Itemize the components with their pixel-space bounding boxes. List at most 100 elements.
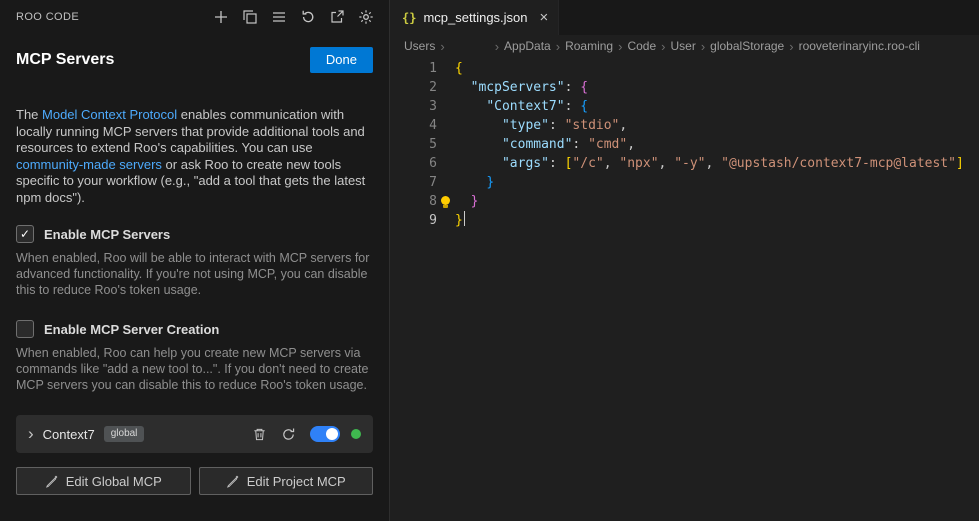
breadcrumb-segment[interactable]: Roaming [565, 39, 613, 53]
line-content[interactable]: "command": "cmd", [455, 135, 635, 154]
toggle-knob [326, 428, 338, 440]
edit-global-mcp-label: Edit Global MCP [66, 474, 162, 489]
line-content[interactable]: "Context7": { [455, 97, 588, 116]
vscode-window: ROO CODE [0, 0, 979, 521]
breadcrumb-segment[interactable]: Users [404, 39, 435, 53]
line-number: 8 [390, 192, 437, 211]
bulb-slot [437, 59, 455, 78]
server-row-context7[interactable]: › Context7 global [16, 415, 373, 453]
trash-icon[interactable] [249, 424, 269, 444]
line-number: 1 [390, 59, 437, 78]
gear-icon[interactable] [355, 6, 377, 28]
bulb-slot [437, 78, 455, 97]
mcp-edit-buttons: Edit Global MCP Edit Project MCP [16, 467, 373, 495]
server-status-dot [351, 429, 361, 439]
code-line[interactable]: 6 "args": ["/c", "npx", "-y", "@upstash/… [390, 154, 979, 173]
lightbulb-icon[interactable] [437, 192, 455, 211]
desc-text-1: The [16, 107, 42, 122]
tab-title: mcp_settings.json [423, 10, 527, 25]
history-icon[interactable] [297, 6, 319, 28]
code-line[interactable]: 1{ [390, 59, 979, 78]
done-button[interactable]: Done [310, 47, 373, 73]
plus-icon[interactable] [210, 6, 232, 28]
enable-mcp-creation-checkbox[interactable]: ✓ [16, 320, 34, 338]
page-header: MCP Servers Done [0, 34, 389, 73]
code-line[interactable]: 2 "mcpServers": { [390, 78, 979, 97]
pencil-icon [45, 475, 58, 488]
code-line[interactable]: 4 "type": "stdio", [390, 116, 979, 135]
line-number: 4 [390, 116, 437, 135]
server-list-icon[interactable] [268, 6, 290, 28]
breadcrumb-separator-icon: › [556, 39, 560, 54]
bulb-slot [437, 154, 455, 173]
line-content[interactable]: } [455, 192, 478, 211]
code-line[interactable]: 8 } [390, 192, 979, 211]
chevron-right-icon[interactable]: › [28, 425, 34, 442]
community-made-servers-link[interactable]: community-made servers [16, 157, 162, 172]
text-cursor [464, 211, 466, 226]
line-number: 7 [390, 173, 437, 192]
breadcrumb-separator-icon: › [701, 39, 705, 54]
line-number: 3 [390, 97, 437, 116]
bulb-slot [437, 173, 455, 192]
line-content[interactable]: } [455, 173, 494, 192]
model-context-protocol-link[interactable]: Model Context Protocol [42, 107, 177, 122]
breadcrumb-separator-icon: › [661, 39, 665, 54]
enable-mcp-servers-label: Enable MCP Servers [44, 227, 170, 242]
panel-header-actions [210, 6, 377, 28]
code-line[interactable]: 5 "command": "cmd", [390, 135, 979, 154]
editor-group: {} mcp_settings.json × Users › › AppData › Ro… [390, 0, 979, 521]
enable-mcp-creation-section: ✓ Enable MCP Server Creation When enable… [0, 320, 389, 415]
server-scope-badge: global [104, 426, 145, 442]
breadcrumb-segment[interactable]: globalStorage [710, 39, 784, 53]
page-title: MCP Servers [16, 51, 114, 69]
enable-mcp-servers-checkbox[interactable]: ✓ [16, 225, 34, 243]
mcp-description: The Model Context Protocol enables commu… [16, 107, 373, 206]
code-line[interactable]: 7 } [390, 173, 979, 192]
bulb-slot [437, 135, 455, 154]
code-line[interactable]: 9} [390, 211, 979, 230]
breadcrumb-separator-icon: › [789, 39, 793, 54]
tab-mcp-settings-json[interactable]: {} mcp_settings.json × [390, 0, 559, 35]
breadcrumb-segment[interactable]: Code [627, 39, 656, 53]
line-content[interactable]: "mcpServers": { [455, 78, 588, 97]
check-icon: ✓ [20, 228, 30, 240]
line-number: 2 [390, 78, 437, 97]
bulb-slot [437, 211, 455, 230]
line-content[interactable]: } [455, 211, 465, 230]
breadcrumb-segment[interactable]: User [670, 39, 695, 53]
bulb-slot [437, 116, 455, 135]
new-window-icon[interactable] [239, 6, 261, 28]
line-content[interactable]: "type": "stdio", [455, 116, 627, 135]
pencil-icon [226, 475, 239, 488]
edit-project-mcp-button[interactable]: Edit Project MCP [199, 467, 374, 495]
breadcrumb-segment[interactable]: rooveterinaryinc.roo-cli [799, 39, 920, 53]
enable-mcp-servers-section: ✓ Enable MCP Servers When enabled, Roo w… [0, 225, 389, 320]
server-enabled-toggle[interactable] [310, 426, 340, 442]
bulb-slot [437, 97, 455, 116]
json-file-icon: {} [402, 11, 416, 25]
close-tab-icon[interactable]: × [540, 10, 549, 25]
code-editor[interactable]: 1{2 "mcpServers": {3 "Context7": {4 "typ… [390, 57, 979, 521]
enable-mcp-servers-description: When enabled, Roo will be able to intera… [16, 250, 373, 298]
server-name: Context7 [43, 427, 95, 442]
breadcrumb: Users › › AppData › Roaming › Code › User › globalS… [390, 35, 979, 57]
line-number: 6 [390, 154, 437, 173]
restart-icon[interactable] [278, 424, 298, 444]
code-line[interactable]: 3 "Context7": { [390, 97, 979, 116]
line-content[interactable]: { [455, 59, 463, 78]
breadcrumb-separator-icon: › [618, 39, 622, 54]
line-number: 5 [390, 135, 437, 154]
breadcrumb-separator-icon: › [495, 39, 499, 54]
panel-title: ROO CODE [16, 11, 210, 23]
panel-header: ROO CODE [0, 0, 389, 34]
line-content[interactable]: "args": ["/c", "npx", "-y", "@upstash/co… [455, 154, 964, 173]
roo-code-panel: ROO CODE [0, 0, 390, 521]
breadcrumb-separator-icon: › [440, 39, 444, 54]
breadcrumb-segment[interactable]: AppData [504, 39, 551, 53]
open-external-icon[interactable] [326, 6, 348, 28]
edit-project-mcp-label: Edit Project MCP [247, 474, 346, 489]
edit-global-mcp-button[interactable]: Edit Global MCP [16, 467, 191, 495]
enable-mcp-creation-description: When enabled, Roo can help you create ne… [16, 345, 373, 393]
enable-mcp-creation-label: Enable MCP Server Creation [44, 322, 219, 337]
